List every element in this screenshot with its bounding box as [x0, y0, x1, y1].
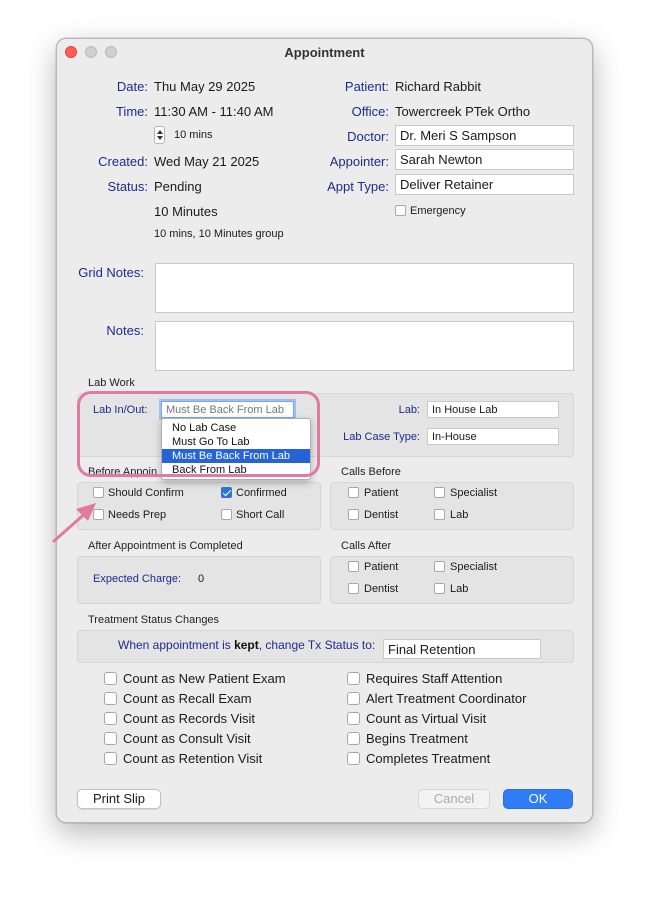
created-label: Created:	[98, 154, 148, 169]
status-label: Status:	[107, 179, 148, 194]
count-records-visit-label: Count as Records Visit	[123, 711, 255, 726]
patient-value: Richard Rabbit	[395, 79, 481, 94]
count-new-patient-exam-label: Count as New Patient Exam	[123, 671, 286, 686]
needs-prep-label: Needs Prep	[108, 509, 167, 521]
begins-treatment-label: Begins Treatment	[366, 731, 468, 746]
calls-before-dentist-label: Dentist	[364, 509, 399, 521]
calls-after-specialist-label: Specialist	[450, 561, 498, 573]
count-new-patient-exam-checkbox[interactable]	[104, 672, 117, 685]
tx-status-field[interactable]: Final Retention	[383, 639, 541, 659]
calls-after-dentist-label: Dentist	[364, 583, 399, 595]
print-slip-button[interactable]: Print Slip	[77, 789, 161, 809]
count-consult-visit-label: Count as Consult Visit	[123, 731, 251, 746]
count-consult-visit-checkbox[interactable]	[104, 732, 117, 745]
doctor-label: Doctor:	[347, 129, 389, 144]
expected-charge-label: Expected Charge:	[93, 573, 182, 585]
short-call-checkbox[interactable]	[221, 509, 232, 520]
cancel-button[interactable]: Cancel	[418, 789, 490, 809]
count-retention-visit-checkbox[interactable]	[104, 752, 117, 765]
calls-before-patient-checkbox[interactable]	[348, 487, 359, 498]
should-confirm-label: Should Confirm	[108, 487, 184, 499]
lab-field[interactable]: In House Lab	[427, 401, 559, 418]
calls-before-section-label: Calls Before	[341, 466, 401, 478]
appt-type-label: Appt Type:	[327, 179, 389, 194]
appointment-window: Appointment Date: Thu May 29 2025 Time: …	[56, 38, 593, 823]
requires-staff-attention-checkbox[interactable]	[347, 672, 360, 685]
calls-before-specialist-checkbox[interactable]	[434, 487, 445, 498]
calls-after-specialist-checkbox[interactable]	[434, 561, 445, 572]
window-title: Appointment	[284, 45, 365, 60]
appt-length-value: 10 Minutes	[154, 204, 218, 219]
calls-before-lab-checkbox[interactable]	[434, 509, 445, 520]
kept-prefix: When appointment is	[118, 638, 235, 652]
grid-notes-textarea[interactable]	[155, 263, 574, 313]
appointer-label: Appointer:	[329, 154, 389, 169]
title-bar: Appointment	[57, 39, 592, 67]
calls-before-dentist-checkbox[interactable]	[348, 509, 359, 520]
calls-after-section-label: Calls After	[341, 540, 392, 552]
lab-label: Lab:	[398, 404, 420, 416]
calls-before-specialist-label: Specialist	[450, 487, 498, 499]
doctor-field[interactable]: Dr. Meri S Sampson	[395, 125, 574, 146]
calls-after-patient-label: Patient	[364, 561, 399, 573]
begins-treatment-checkbox[interactable]	[347, 732, 360, 745]
appointer-field[interactable]: Sarah Newton	[395, 149, 574, 170]
kept-bold: kept	[234, 638, 259, 652]
appt-group-value: 10 mins, 10 Minutes group	[154, 228, 284, 240]
alert-treatment-coordinator-checkbox[interactable]	[347, 692, 360, 705]
treatment-status-section-label: Treatment Status Changes	[88, 614, 220, 626]
count-recall-exam-checkbox[interactable]	[104, 692, 117, 705]
calls-before-patient-label: Patient	[364, 487, 399, 499]
date-value: Thu May 29 2025	[154, 79, 256, 94]
notes-textarea[interactable]	[155, 321, 574, 371]
calls-after-dentist-checkbox[interactable]	[348, 583, 359, 594]
count-virtual-visit-checkbox[interactable]	[347, 712, 360, 725]
calls-after-lab-label: Lab	[450, 583, 469, 595]
count-recall-exam-label: Count as Recall Exam	[123, 691, 252, 706]
time-value: 11:30 AM - 11:40 AM	[154, 104, 274, 119]
count-records-visit-checkbox[interactable]	[104, 712, 117, 725]
office-value: Towercreek PTek Ortho	[395, 104, 531, 119]
status-value: Pending	[154, 179, 202, 194]
office-label: Office:	[351, 104, 389, 119]
calls-before-lab-label: Lab	[450, 509, 469, 521]
highlight-annotation	[77, 391, 320, 477]
alert-treatment-coordinator-label: Alert Treatment Coordinator	[366, 691, 527, 706]
emergency-checkbox[interactable]	[395, 205, 406, 216]
confirmed-checkbox[interactable]	[221, 487, 232, 498]
requires-staff-attention-label: Requires Staff Attention	[366, 671, 503, 686]
lab-case-type-label: Lab Case Type:	[343, 431, 420, 443]
appt-type-field[interactable]: Deliver Retainer	[395, 174, 574, 195]
short-call-label: Short Call	[236, 509, 285, 521]
count-virtual-visit-label: Count as Virtual Visit	[366, 711, 487, 726]
confirmed-label: Confirmed	[236, 487, 287, 499]
grid-notes-label: Grid Notes:	[78, 265, 144, 280]
notes-label: Notes:	[106, 323, 144, 338]
completes-treatment-checkbox[interactable]	[347, 752, 360, 765]
kept-status-label: When appointment is kept, change Tx Stat…	[118, 638, 375, 652]
time-label: Time:	[115, 104, 148, 119]
date-label: Date:	[116, 79, 148, 94]
completes-treatment-label: Completes Treatment	[366, 751, 491, 766]
lab-work-section-label: Lab Work	[88, 377, 135, 389]
duration-value: 10 mins	[174, 129, 213, 141]
expected-charge-value: 0	[198, 573, 205, 585]
emergency-label: Emergency	[410, 205, 466, 217]
ok-button[interactable]: OK	[503, 789, 573, 809]
annotation-arrow-icon	[52, 503, 96, 543]
created-value: Wed May 21 2025	[154, 154, 260, 169]
count-retention-visit-label: Count as Retention Visit	[123, 751, 263, 766]
duration-stepper[interactable]	[154, 126, 165, 144]
kept-suffix: , change Tx Status to:	[258, 638, 376, 652]
lab-case-type-field[interactable]: In-House	[427, 428, 559, 445]
after-appointment-section-label: After Appointment is Completed	[88, 540, 243, 552]
patient-label: Patient:	[344, 79, 389, 94]
calls-after-lab-checkbox[interactable]	[434, 583, 445, 594]
calls-after-patient-checkbox[interactable]	[348, 561, 359, 572]
